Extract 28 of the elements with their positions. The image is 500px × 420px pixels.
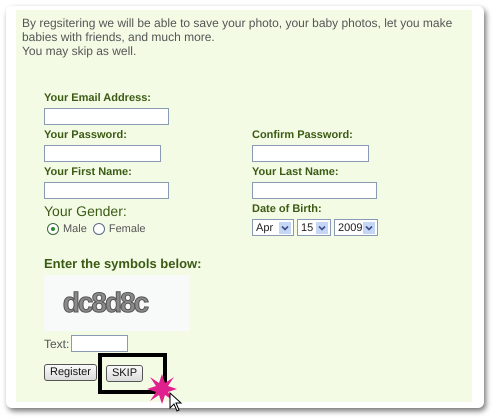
radio-label: Male [63, 223, 87, 235]
confirm-password-field[interactable] [252, 145, 369, 162]
email-field[interactable] [44, 108, 169, 125]
intro-text: By regsitering we will be able to save your photo, your baby photos, let you make babies with friends, and much more. [22, 16, 454, 44]
field-label: Your Last Name: [252, 166, 339, 179]
field-label: Your Email Address: [44, 92, 151, 105]
form-button[interactable]: SKIP [106, 364, 144, 382]
radio-button[interactable] [47, 223, 59, 235]
first-name-field[interactable] [44, 182, 169, 199]
field-label: Your First Name: [44, 166, 132, 179]
field-label: Confirm Password: [252, 129, 353, 142]
captcha-image: dc8d8c [44, 275, 190, 331]
click-burst-icon [147, 374, 178, 404]
year-dropdown[interactable]: 2009 [334, 219, 378, 236]
last-name-field[interactable] [252, 182, 377, 199]
field-label: Date of Birth: [252, 203, 322, 216]
form-button[interactable]: Register [44, 364, 97, 380]
captcha-field[interactable] [71, 335, 128, 352]
gender-label: Your Gender: [44, 203, 127, 219]
radio-label: Female [108, 223, 146, 235]
captcha-text-label: Text: [44, 336, 70, 350]
radio-button[interactable] [92, 223, 105, 235]
password-field[interactable] [44, 145, 161, 162]
month-dropdown[interactable]: Apr [252, 219, 294, 236]
field-label: Your Password: [44, 129, 127, 142]
intro-text: You may skip as well. [22, 44, 138, 58]
day-dropdown[interactable]: 15 [297, 219, 331, 236]
captcha-label: Enter the symbols below: [44, 256, 202, 271]
